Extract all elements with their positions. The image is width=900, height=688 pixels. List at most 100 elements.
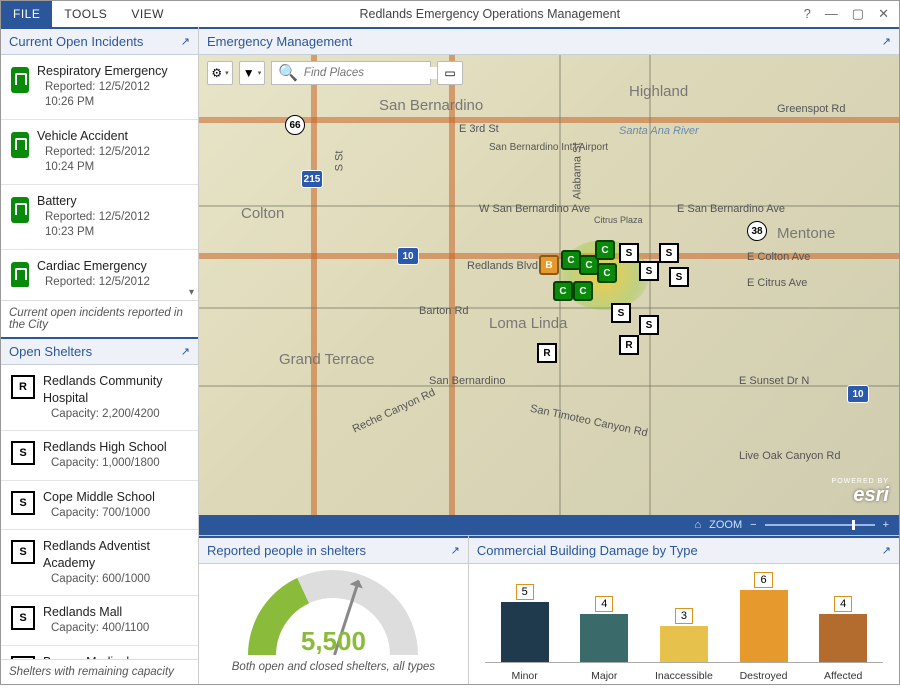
- gauge-header-label: Reported people in shelters: [207, 543, 366, 558]
- map-label: Barton Rd: [419, 305, 469, 317]
- bar-value-label: 3: [675, 608, 693, 624]
- shelter-item[interactable]: SRedlands Adventist AcademyCapacity: 600…: [1, 530, 198, 596]
- incident-reported: Reported: 12/5/2012: [37, 145, 150, 161]
- map-label: Mentone: [777, 225, 835, 242]
- incident-item[interactable]: Cardiac EmergencyReported: 12/5/201210:2…: [1, 250, 198, 287]
- shelter-icon: S: [11, 606, 35, 630]
- map-label: E 3rd St: [459, 123, 499, 135]
- map-marker[interactable]: S: [639, 315, 659, 335]
- bar-column: 6: [733, 572, 795, 662]
- map-label: Grand Terrace: [279, 351, 375, 368]
- incident-time: 10:26 PM: [37, 95, 168, 111]
- phone-icon: [11, 262, 29, 287]
- map-marker[interactable]: C: [553, 281, 573, 301]
- zoom-out-button[interactable]: −: [750, 519, 756, 531]
- bar-value-label: 6: [754, 572, 772, 588]
- map-marker[interactable]: S: [611, 303, 631, 323]
- map-canvas[interactable]: ⚙▾ ▼▾ 🔍 ▭ San: [199, 55, 899, 515]
- expand-icon[interactable]: ↗: [181, 345, 190, 358]
- incident-title: Vehicle Accident: [37, 128, 150, 145]
- bar-category-label: Major: [591, 670, 617, 682]
- map-label: San Bernardino Int'l Airport: [489, 142, 608, 153]
- shelter-capacity: Capacity: 700/1000: [43, 506, 155, 522]
- map-marker[interactable]: S: [659, 243, 679, 263]
- incident-title: Respiratory Emergency: [37, 63, 168, 80]
- bar-category-label: Destroyed: [740, 670, 788, 682]
- route-shield: 10: [847, 385, 869, 403]
- map-label: Reche Canyon Rd: [351, 387, 438, 436]
- sidebar: Current Open Incidents ↗ Respiratory Eme…: [1, 27, 199, 684]
- zoom-bar: ⌂ ZOOM − +: [199, 515, 899, 535]
- expand-icon[interactable]: ↗: [882, 35, 891, 48]
- shelter-title: Redlands Adventist Academy: [43, 538, 188, 572]
- map-label: Alabama St: [571, 143, 583, 200]
- zoom-in-button[interactable]: +: [883, 519, 889, 531]
- phone-icon: [11, 132, 29, 158]
- scroll-down-icon[interactable]: ▾: [1, 287, 198, 300]
- bar-column: 4: [573, 596, 635, 662]
- shelter-icon: S: [11, 656, 35, 659]
- map-marker[interactable]: C: [595, 240, 615, 260]
- search-box[interactable]: 🔍: [271, 61, 431, 85]
- incident-reported: Reported: 12/5/2012: [37, 80, 168, 96]
- map-label: Redlands Blvd: [467, 260, 538, 272]
- expand-icon[interactable]: ↗: [181, 35, 190, 48]
- bars-header-label: Commercial Building Damage by Type: [477, 543, 698, 558]
- map-marker[interactable]: B: [539, 255, 559, 275]
- route-shield: 215: [301, 170, 323, 188]
- bar-value-label: 4: [595, 596, 613, 612]
- expand-icon[interactable]: ↗: [451, 544, 460, 557]
- map-marker[interactable]: S: [639, 261, 659, 281]
- layers-tool[interactable]: ⚙▾: [207, 61, 233, 85]
- help-icon[interactable]: ?: [804, 6, 811, 22]
- shelter-icon: S: [11, 540, 35, 564]
- app-title: Redlands Emergency Operations Management: [176, 7, 804, 21]
- map-marker[interactable]: C: [573, 281, 593, 301]
- map-label: Greenspot Rd: [777, 103, 845, 115]
- shelter-item[interactable]: SCope Middle SchoolCapacity: 700/1000: [1, 481, 198, 530]
- route-shield: 66: [285, 115, 305, 135]
- incident-reported: Reported: 12/5/2012: [37, 275, 150, 287]
- incident-item[interactable]: BatteryReported: 12/5/201210:23 PM: [1, 185, 198, 250]
- shelter-title: Redlands Community Hospital: [43, 373, 188, 407]
- map-marker[interactable]: S: [669, 267, 689, 287]
- menu-tools[interactable]: TOOLS: [52, 1, 119, 27]
- close-icon[interactable]: ✕: [878, 6, 889, 22]
- map-label: Loma Linda: [489, 315, 567, 332]
- map-label: S St: [333, 151, 345, 172]
- zoom-slider[interactable]: [765, 524, 875, 526]
- incident-item[interactable]: Respiratory EmergencyReported: 12/5/2012…: [1, 55, 198, 120]
- menu-view[interactable]: VIEW: [119, 1, 176, 27]
- map-marker[interactable]: R: [537, 343, 557, 363]
- bar-value-label: 5: [516, 584, 534, 600]
- map-label: Highland: [629, 83, 688, 100]
- map-marker[interactable]: S: [619, 243, 639, 263]
- bar: [580, 614, 628, 662]
- minimize-icon[interactable]: —: [825, 6, 838, 22]
- esri-logo: esri: [853, 484, 889, 507]
- maximize-icon[interactable]: ▢: [852, 6, 864, 22]
- expand-icon[interactable]: ↗: [882, 544, 891, 557]
- shelter-capacity: Capacity: 400/1100: [43, 621, 149, 637]
- gauge-header: Reported people in shelters ↗: [199, 536, 468, 564]
- shelter-title: Redlands High School: [43, 439, 167, 456]
- shelter-item[interactable]: SRedlands MallCapacity: 400/1100: [1, 596, 198, 645]
- select-rect-tool[interactable]: ▭: [437, 61, 463, 85]
- home-icon[interactable]: ⌂: [694, 519, 701, 531]
- map-marker[interactable]: C: [561, 250, 581, 270]
- shelter-item[interactable]: SRedlands High SchoolCapacity: 1,000/180…: [1, 431, 198, 480]
- shelter-item[interactable]: RRedlands Community HospitalCapacity: 2,…: [1, 365, 198, 431]
- shelter-item[interactable]: SBeaver Medical: [1, 646, 198, 659]
- map-marker[interactable]: R: [619, 335, 639, 355]
- menu-file[interactable]: FILE: [1, 1, 52, 27]
- menu-tabs: FILE TOOLS VIEW: [1, 1, 176, 27]
- incident-item[interactable]: Vehicle AccidentReported: 12/5/201210:24…: [1, 120, 198, 185]
- bar: [819, 614, 867, 662]
- map-marker[interactable]: C: [597, 263, 617, 283]
- shelter-icon: R: [11, 375, 35, 399]
- filter-tool[interactable]: ▼▾: [239, 61, 265, 85]
- shelter-title: Cope Middle School: [43, 489, 155, 506]
- bar-category-label: Inaccessible: [655, 670, 713, 682]
- map-header: Emergency Management ↗: [199, 27, 899, 55]
- map-label: San Timoteo Canyon Rd: [529, 403, 649, 440]
